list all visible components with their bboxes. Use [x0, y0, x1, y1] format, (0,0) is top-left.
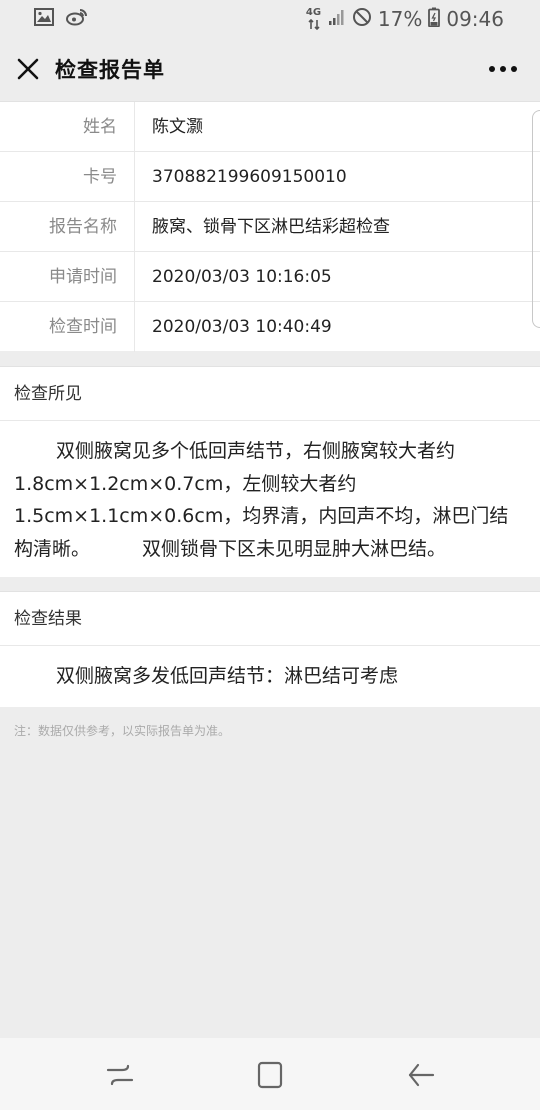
findings-line-text: 双侧锁骨下区未见明显肿大淋巴结。	[142, 537, 447, 560]
info-row-report-name: 报告名称 腋窝、锁骨下区淋巴结彩超检查	[0, 202, 540, 252]
info-label: 报告名称	[0, 202, 135, 252]
info-label: 姓名	[0, 102, 135, 152]
info-value: 2020/03/03 10:40:49	[152, 317, 332, 337]
recent-apps-button[interactable]	[105, 1060, 135, 1090]
findings-section-title: 检查所见	[0, 366, 540, 421]
signal-icon	[328, 7, 346, 31]
info-label: 卡号	[0, 152, 135, 202]
system-nav-bar	[0, 1038, 540, 1110]
findings-line-text: 双侧腋窝见多个低回声结节，右侧腋窝较大者约	[56, 440, 456, 462]
patient-info-table: 姓名 陈文灏 卡号 370882199609150010 报告名称 腋窝、锁骨下…	[0, 101, 540, 352]
status-left	[34, 8, 88, 30]
app-header: 检查报告单	[0, 38, 540, 101]
recent-apps-icon	[106, 1064, 134, 1086]
close-icon	[17, 58, 39, 80]
network-4g-icon: 4G	[306, 7, 322, 31]
findings-text: 双侧腋窝见多个低回声结节，右侧腋窝较大者约 1.8cm×1.2cm×0.7cm，…	[0, 421, 540, 577]
battery-icon	[428, 7, 441, 32]
result-text: 双侧腋窝多发低回声结节：淋巴结可考虑	[0, 646, 540, 707]
more-icon	[489, 66, 517, 72]
gallery-icon	[34, 8, 54, 30]
findings-line-text: 构清晰。	[14, 537, 91, 560]
findings-line: 构清晰。 双侧锁骨下区未见明显肿大淋巴结。	[14, 533, 526, 566]
battery-percent: 17%	[377, 7, 423, 31]
info-value: 腋窝、锁骨下区淋巴结彩超检查	[152, 217, 390, 237]
info-label: 申请时间	[0, 252, 135, 302]
info-row-exam-time: 检查时间 2020/03/03 10:40:49	[0, 302, 540, 352]
more-button[interactable]	[486, 56, 520, 82]
do-not-disturb-icon	[352, 7, 372, 32]
disclaimer-note: 注：数据仅供参考，以实际报告单为准。	[14, 724, 231, 738]
close-button[interactable]	[14, 55, 42, 83]
findings-line: 双侧腋窝见多个低回声结节，右侧腋窝较大者约	[14, 435, 526, 468]
clock: 09:46	[446, 7, 504, 31]
findings-line: 1.5cm×1.1cm×0.6cm，均界清，内回声不均，淋巴门结	[14, 505, 509, 527]
page-title: 检查报告单	[55, 58, 165, 82]
info-value: 2020/03/03 10:16:05	[152, 267, 332, 287]
weibo-icon	[66, 8, 88, 30]
info-row-name: 姓名 陈文灏	[0, 102, 540, 152]
home-button[interactable]	[255, 1060, 285, 1090]
scrollbar[interactable]	[532, 110, 540, 328]
info-row-card-number: 卡号 370882199609150010	[0, 152, 540, 202]
home-icon	[257, 1061, 283, 1089]
network-label: 4G	[305, 7, 322, 18]
back-button[interactable]	[406, 1060, 436, 1090]
info-label: 检查时间	[0, 302, 135, 352]
status-right: 4G 17% 09:46	[306, 6, 504, 32]
status-bar: 4G 17% 09:46	[0, 0, 540, 38]
info-value: 370882199609150010	[152, 167, 347, 187]
result-line-text: 双侧腋窝多发低回声结节：淋巴结可考虑	[56, 665, 399, 687]
info-value: 陈文灏	[152, 117, 203, 137]
findings-line: 1.8cm×1.2cm×0.7cm，左侧较大者约	[14, 472, 357, 495]
result-section-title: 检查结果	[0, 591, 540, 646]
back-icon	[408, 1063, 435, 1087]
info-row-apply-time: 申请时间 2020/03/03 10:16:05	[0, 252, 540, 302]
